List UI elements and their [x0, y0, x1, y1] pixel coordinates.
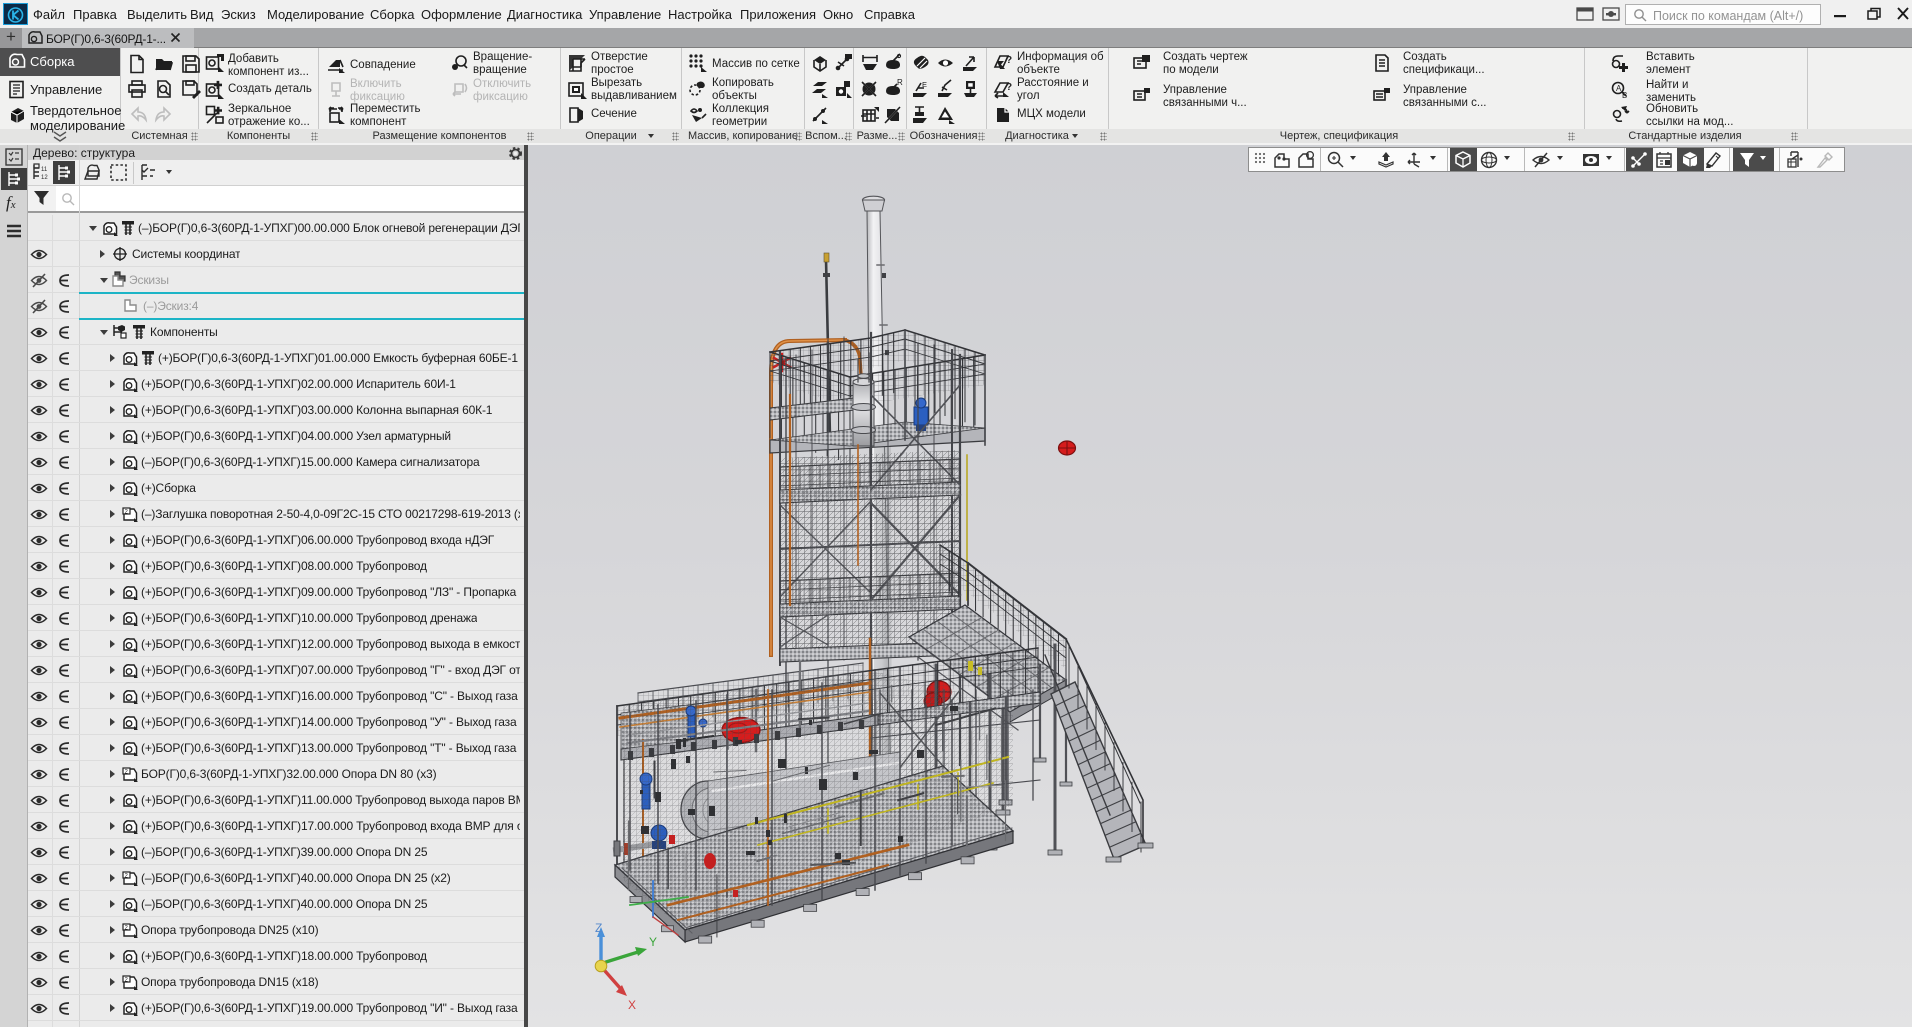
svg-text:Y: Y: [649, 935, 657, 949]
svg-text:B: B: [1622, 91, 1627, 100]
svg-text:R: R: [897, 79, 903, 87]
svg-text:Z: Z: [595, 921, 602, 935]
svg-text:?: ?: [1006, 55, 1012, 66]
svg-text:X: X: [628, 998, 636, 1012]
svg-text:11: 11: [41, 167, 48, 173]
svg-text:12: 12: [41, 175, 48, 181]
svg-text:E: E: [922, 80, 927, 89]
svg-text:?: ?: [1006, 82, 1012, 93]
